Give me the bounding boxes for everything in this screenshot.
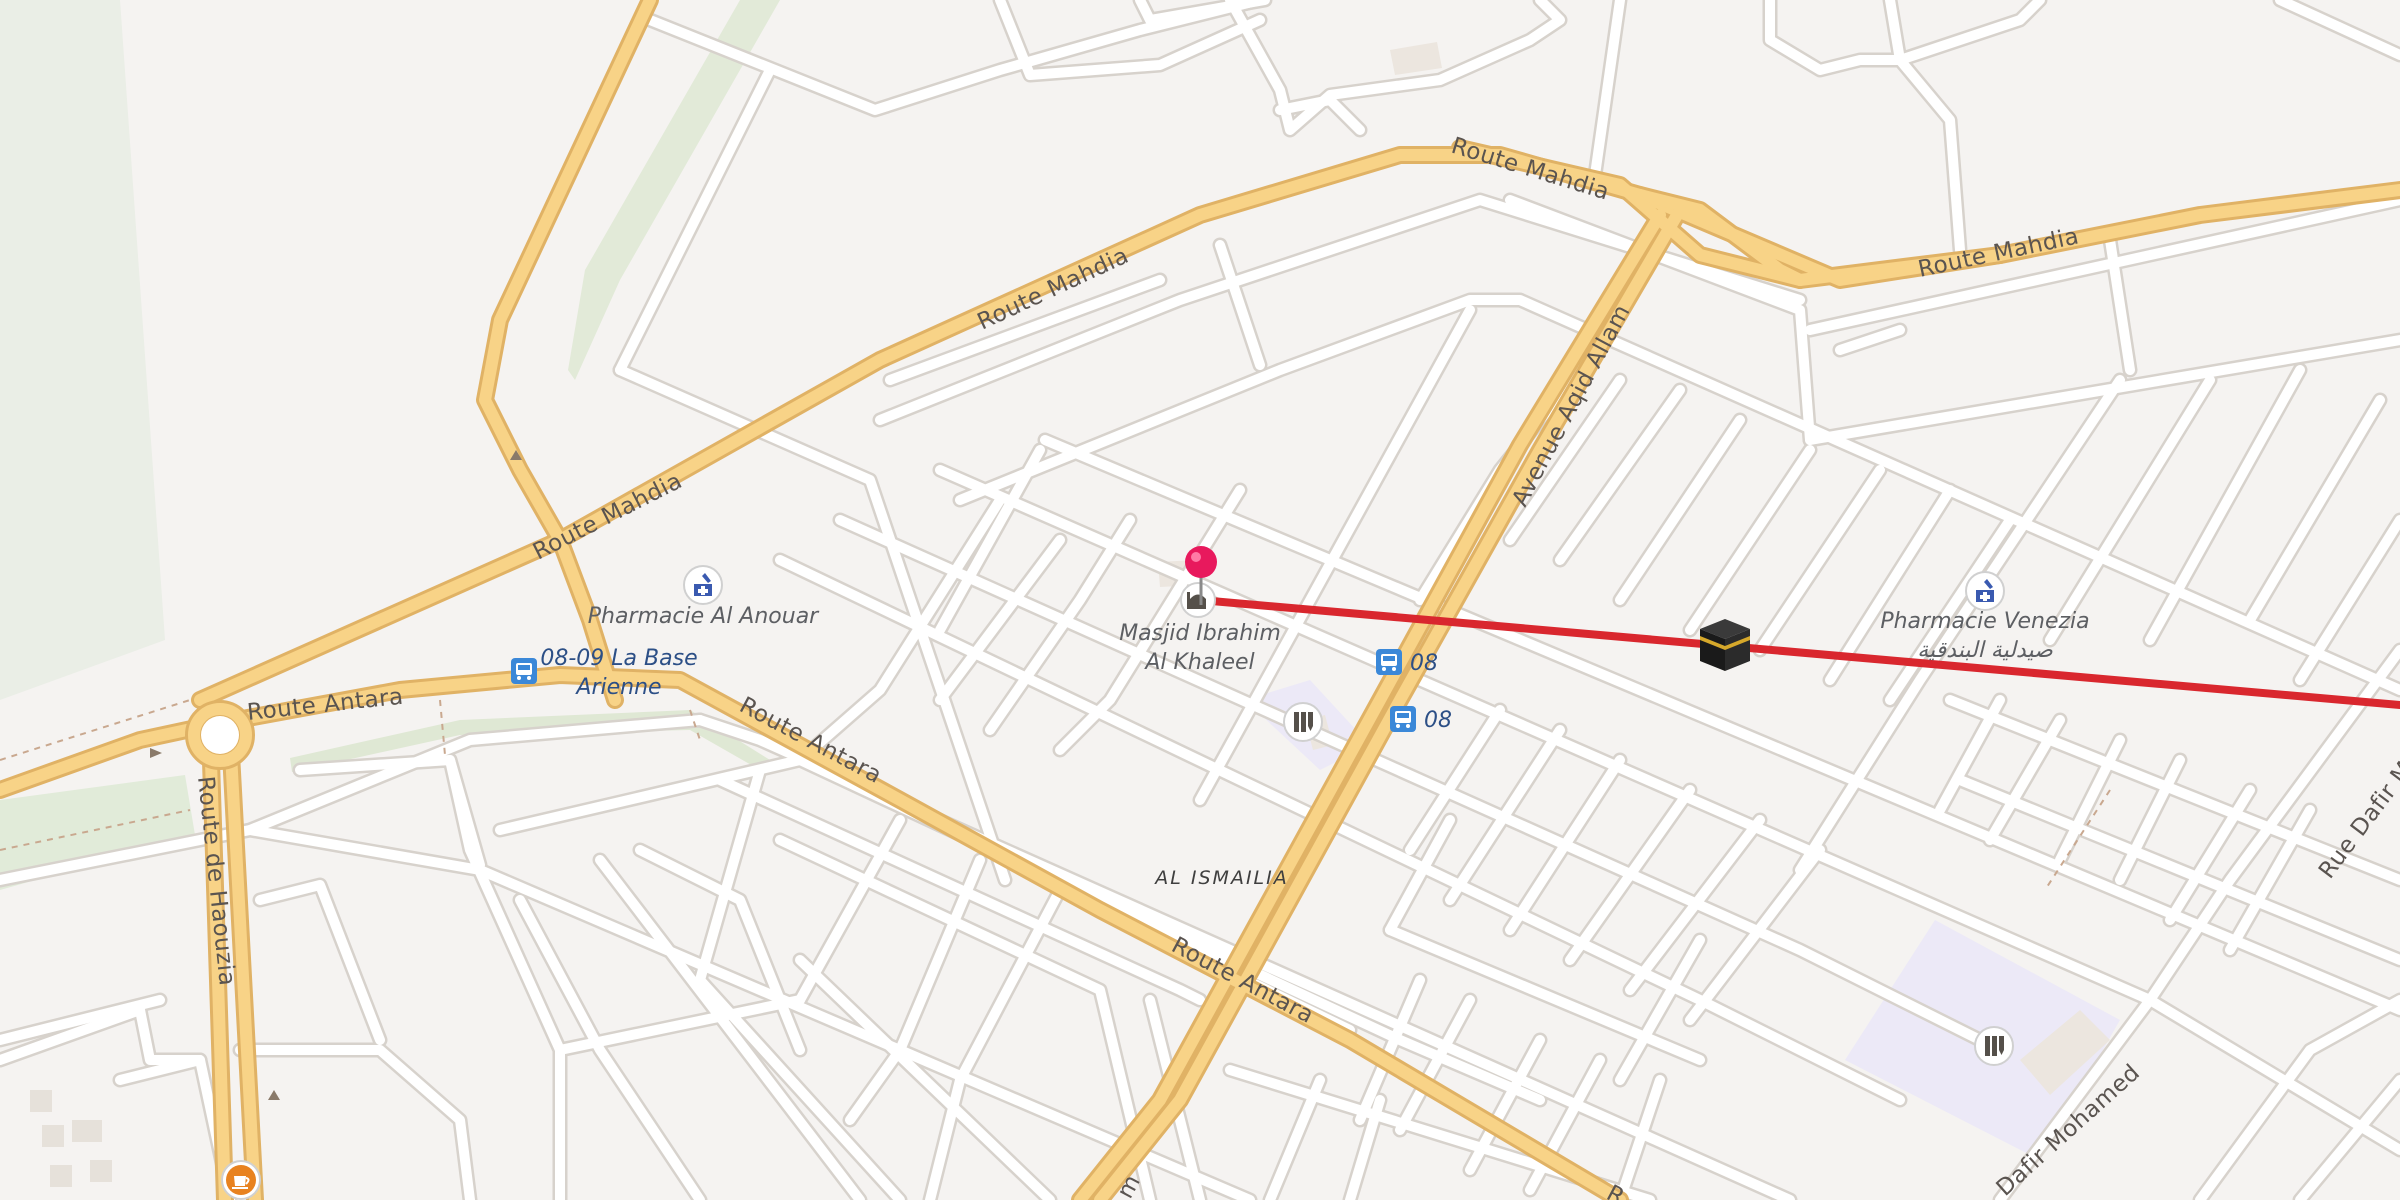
pharmacy-al-anouar-label[interactable]: Pharmacie Al Anouar bbox=[588, 604, 820, 629]
building bbox=[90, 1160, 112, 1182]
road-label-route-antara: Route Antara bbox=[246, 684, 405, 726]
building bbox=[42, 1125, 64, 1147]
masjid-label-line2[interactable]: Al Khaleel bbox=[1143, 650, 1254, 675]
bus-stop-label[interactable]: 08 bbox=[1424, 708, 1452, 733]
building bbox=[1390, 42, 1442, 75]
pharmacy-venezia-label-arabic[interactable]: صيدلية البندقية bbox=[1917, 638, 2053, 663]
bus-stop-label-line1[interactable]: 08-09 La Base bbox=[540, 646, 697, 671]
building bbox=[50, 1165, 72, 1187]
bus-stop-08-south[interactable]: 08 bbox=[1390, 706, 1452, 733]
pharmacy-al-anouar[interactable]: Pharmacie Al Anouar bbox=[588, 565, 820, 629]
bus-stop-icon[interactable] bbox=[511, 658, 537, 684]
building bbox=[30, 1090, 52, 1112]
building bbox=[72, 1120, 102, 1142]
kaaba-icon[interactable] bbox=[1700, 619, 1750, 671]
pharmacy-icon[interactable] bbox=[1965, 571, 2005, 611]
green-area-west bbox=[0, 0, 165, 700]
pharmacy-venezia-label[interactable]: Pharmacie Venezia bbox=[1880, 609, 2089, 634]
bus-stop-label[interactable]: 08 bbox=[1410, 651, 1438, 676]
bus-stop-label-line2[interactable]: Arienne bbox=[574, 675, 661, 700]
map-canvas[interactable]: Route Mahdia Route Mahdia Route Mahdia R… bbox=[0, 0, 2400, 1200]
school-icon[interactable] bbox=[1283, 702, 1323, 742]
masjid-label-line1[interactable]: Masjid Ibrahim bbox=[1119, 621, 1281, 646]
mosque-icon[interactable] bbox=[1180, 582, 1216, 618]
bus-stop-icon[interactable] bbox=[1376, 649, 1402, 675]
neighbourhood-label: AL ISMAILIA bbox=[1153, 867, 1288, 889]
pharmacy-venezia[interactable]: Pharmacie Venezia صيدلية البندقية bbox=[1880, 571, 2090, 663]
pharmacy-icon[interactable] bbox=[683, 565, 723, 605]
bus-stop-icon[interactable] bbox=[1390, 706, 1416, 732]
school-icon[interactable] bbox=[1974, 1026, 2014, 1066]
cafe-icon[interactable] bbox=[221, 1160, 261, 1200]
